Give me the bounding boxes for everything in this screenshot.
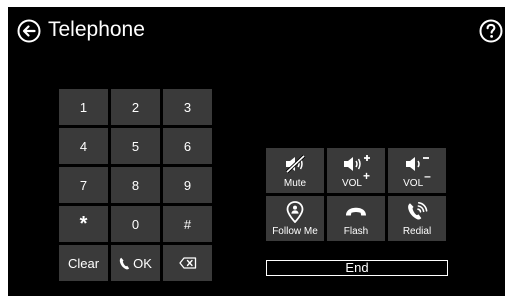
backspace-button[interactable] (163, 245, 212, 281)
clear-button[interactable]: Clear (59, 245, 108, 281)
volume-up-label: VOL (341, 178, 362, 189)
help-button[interactable] (479, 19, 503, 43)
redial-phone-icon (408, 202, 428, 220)
backspace-icon (178, 257, 196, 269)
redial-button[interactable]: Redial (388, 196, 446, 241)
volume-down-sign: – (424, 169, 431, 183)
phone-handset-icon (119, 257, 130, 269)
key-8[interactable]: 8 (111, 167, 160, 203)
follow-me-button[interactable]: Follow Me (266, 196, 324, 241)
volume-down-button[interactable]: VOL– (388, 148, 446, 193)
mute-speaker-icon (285, 154, 306, 174)
page-title: Telephone (48, 18, 145, 41)
flash-label: Flash (343, 226, 369, 237)
key-2[interactable]: 2 (111, 89, 160, 125)
mute-label: Mute (283, 178, 307, 189)
key-9[interactable]: 9 (163, 167, 212, 203)
back-arrow-icon (17, 19, 41, 43)
key-0[interactable]: 0 (111, 206, 160, 242)
key-5[interactable]: 5 (111, 128, 160, 164)
key-7[interactable]: 7 (59, 167, 108, 203)
volume-up-sign: + (363, 169, 371, 183)
telephone-screen: Telephone 1 2 3 4 5 6 7 8 9 * 0 # Clear … (8, 7, 505, 296)
help-question-icon (479, 19, 503, 43)
flash-handset-icon (346, 207, 366, 216)
volume-down-label: VOL (403, 178, 424, 189)
key-3[interactable]: 3 (163, 89, 212, 125)
volume-up-button[interactable]: VOL+ (327, 148, 385, 193)
ok-label: OK (133, 255, 152, 271)
key-4[interactable]: 4 (59, 128, 108, 164)
flash-button[interactable]: Flash (327, 196, 385, 241)
key-6[interactable]: 6 (163, 128, 212, 164)
ok-button[interactable]: OK (111, 245, 160, 281)
call-controls: Mute VOL+ VOL– Follow Me Flash Redial (266, 148, 448, 241)
follow-me-label: Follow Me (272, 226, 318, 237)
back-button[interactable] (17, 19, 41, 43)
dial-keypad: 1 2 3 4 5 6 7 8 9 * 0 # Clear OK (59, 89, 212, 281)
key-star[interactable]: * (59, 206, 108, 242)
key-1[interactable]: 1 (59, 89, 108, 125)
mute-button[interactable]: Mute (266, 148, 324, 193)
redial-label: Redial (402, 226, 432, 237)
follow-me-pin-icon (286, 201, 304, 223)
key-hash[interactable]: # (163, 206, 212, 242)
end-call-button[interactable]: End (266, 260, 448, 276)
